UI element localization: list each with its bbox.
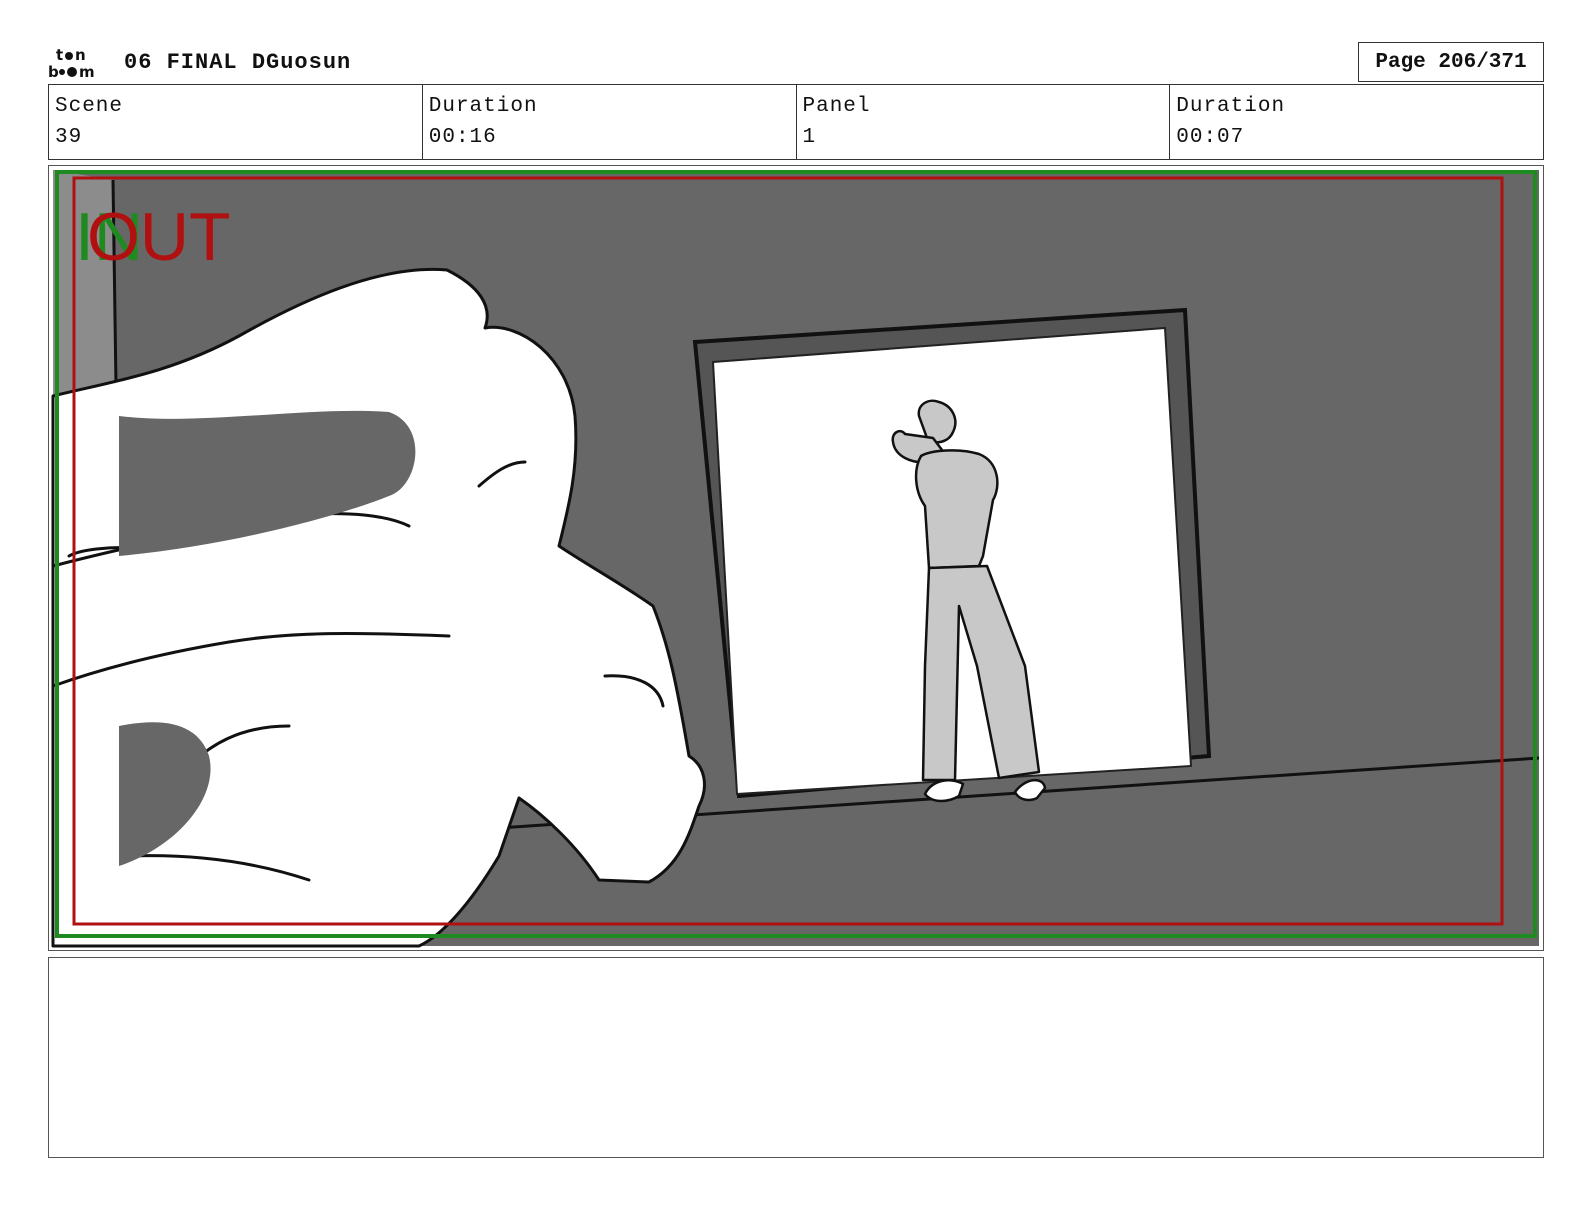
panel-duration-label: Duration bbox=[1176, 95, 1286, 118]
panel-value: 1 bbox=[802, 126, 817, 149]
document-title: 06 FINAL DGuosun bbox=[124, 50, 352, 75]
panel-notes bbox=[48, 957, 1544, 1158]
out-label: OUT bbox=[87, 199, 231, 275]
storyboard-panel: IN OUT bbox=[48, 165, 1544, 951]
scene-duration-cell: Duration 00:16 bbox=[423, 85, 797, 159]
svg-text:t: t bbox=[56, 46, 63, 64]
scene-info-row: Scene 39 Duration 00:16 Panel 1 Duration… bbox=[48, 84, 1544, 160]
panel-duration-cell: Duration 00:07 bbox=[1170, 85, 1543, 159]
panel-drawing: IN OUT bbox=[51, 170, 1540, 948]
svg-text:n: n bbox=[75, 46, 86, 64]
scene-duration-value: 00:16 bbox=[428, 126, 497, 149]
panel-duration-value: 00:07 bbox=[1176, 126, 1245, 149]
svg-text:m: m bbox=[79, 63, 95, 80]
panel-label: Panel bbox=[802, 95, 871, 118]
scene-value: 39 bbox=[55, 126, 83, 149]
scene-label: Scene bbox=[55, 95, 124, 118]
panel-cell: Panel 1 bbox=[797, 85, 1171, 159]
scene-duration-label: Duration bbox=[428, 95, 538, 118]
page-header: t n b m 06 FINAL DGuosun Page 206/371 bbox=[48, 42, 1544, 84]
page-number: Page 206/371 bbox=[1358, 42, 1544, 82]
scene-cell: Scene 39 bbox=[49, 85, 423, 159]
toonboom-logo: t n b m bbox=[48, 46, 106, 80]
svg-text:b: b bbox=[48, 63, 59, 80]
